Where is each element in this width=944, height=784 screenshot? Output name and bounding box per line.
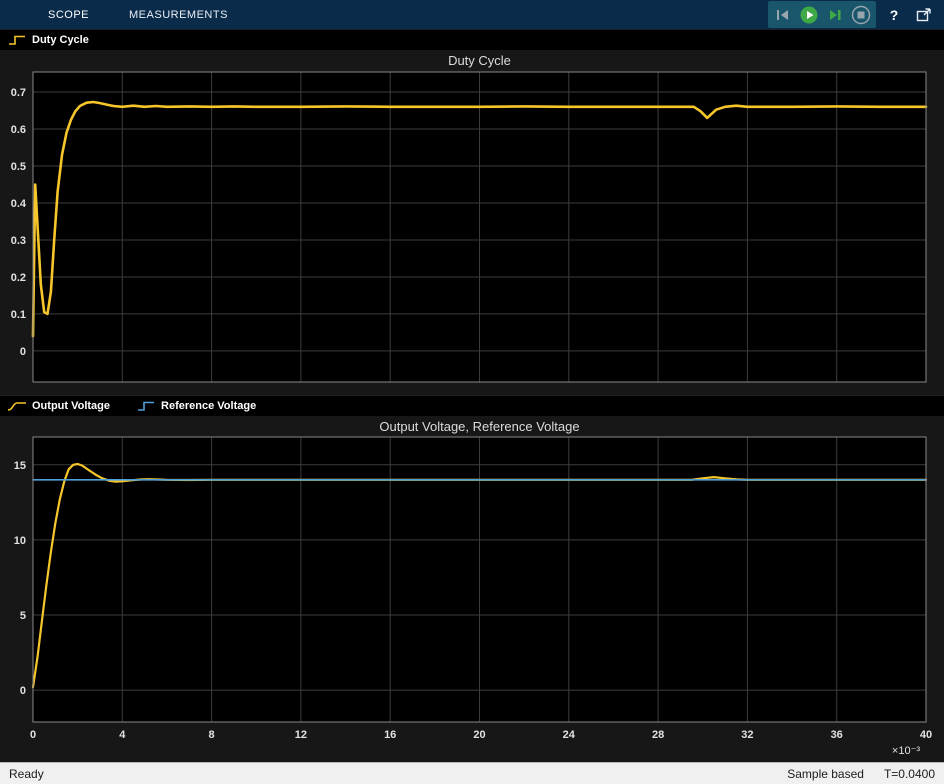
svg-text:×10⁻³: ×10⁻³ <box>892 745 920 757</box>
stop-icon <box>851 5 871 25</box>
svg-text:10: 10 <box>14 535 26 547</box>
legend-item-output-voltage[interactable]: Output Voltage <box>7 400 110 412</box>
help-button[interactable]: ? <box>882 3 906 27</box>
svg-text:16: 16 <box>384 729 396 741</box>
run-button[interactable] <box>797 3 821 27</box>
tab-measurements[interactable]: MEASUREMENTS <box>109 0 248 29</box>
svg-text:5: 5 <box>20 610 26 622</box>
legend-item-reference-voltage[interactable]: Reference Voltage <box>136 400 256 412</box>
svg-text:8: 8 <box>209 729 215 741</box>
status-bar: Ready Sample based T=0.0400 <box>0 762 944 784</box>
svg-text:0.6: 0.6 <box>11 124 26 136</box>
help-icon: ? <box>890 7 899 23</box>
step-forward-icon <box>825 5 845 25</box>
reference-voltage-signal-icon <box>136 400 156 412</box>
simulation-button-group <box>768 1 876 28</box>
run-icon <box>799 5 819 25</box>
svg-text:0.7: 0.7 <box>11 87 26 99</box>
legend-bottom: Output Voltage Reference Voltage <box>0 395 944 416</box>
svg-text:0: 0 <box>30 729 36 741</box>
svg-text:Duty Cycle: Duty Cycle <box>448 53 511 68</box>
tab-scope[interactable]: SCOPE <box>28 0 109 29</box>
output-voltage-signal-icon <box>7 400 27 412</box>
svg-text:12: 12 <box>295 729 307 741</box>
output-voltage-plot[interactable]: 0 5 10 15 0 4 8 12 16 20 24 28 32 36 40×10⁻³ Output Vol… <box>0 416 944 762</box>
duty-cycle-chart: 0 0.1 0.2 0.3 0.4 0.5 0.6 0.7 Duty Cycle <box>0 50 944 395</box>
legend-label: Output Voltage <box>32 400 110 412</box>
sample-mode-label: Sample based <box>787 767 864 781</box>
svg-text:15: 15 <box>14 460 26 472</box>
svg-text:36: 36 <box>831 729 843 741</box>
scope-window: SCOPE MEASUREMENTS <box>0 0 944 784</box>
dock-button[interactable] <box>912 3 936 27</box>
svg-text:0.3: 0.3 <box>11 235 26 247</box>
step-forward-button[interactable] <box>823 3 847 27</box>
toolbar: SCOPE MEASUREMENTS <box>0 0 944 29</box>
legend-top: Duty Cycle <box>0 29 944 50</box>
duty-cycle-plot[interactable]: 0 0.1 0.2 0.3 0.4 0.5 0.6 0.7 Duty Cycle <box>0 50 944 395</box>
toolbar-simulate-controls: ? <box>768 0 944 29</box>
svg-text:Output Voltage, Reference Volt: Output Voltage, Reference Voltage <box>379 419 579 434</box>
svg-text:0.5: 0.5 <box>11 161 26 173</box>
output-voltage-chart: 0 5 10 15 0 4 8 12 16 20 24 28 32 36 40×10⁻³ Output Vol… <box>0 416 944 762</box>
legend-label: Reference Voltage <box>161 400 256 412</box>
svg-text:20: 20 <box>473 729 485 741</box>
svg-text:40: 40 <box>920 729 932 741</box>
stop-button[interactable] <box>849 3 873 27</box>
duty-cycle-signal-icon <box>7 34 27 46</box>
dock-icon <box>914 5 934 25</box>
svg-text:0: 0 <box>20 685 26 697</box>
svg-text:24: 24 <box>563 729 576 741</box>
step-back-button[interactable] <box>771 3 795 27</box>
svg-text:0.1: 0.1 <box>11 309 26 321</box>
svg-text:0: 0 <box>20 346 26 358</box>
legend-label: Duty Cycle <box>32 34 89 46</box>
step-back-icon <box>773 5 793 25</box>
svg-text:0.2: 0.2 <box>11 272 26 284</box>
simulation-time-label: T=0.0400 <box>884 767 935 781</box>
status-text: Ready <box>9 767 44 781</box>
svg-text:4: 4 <box>119 729 126 741</box>
svg-text:32: 32 <box>741 729 753 741</box>
toolbar-tabs: SCOPE MEASUREMENTS <box>0 0 248 29</box>
svg-text:0.4: 0.4 <box>11 198 27 210</box>
svg-text:28: 28 <box>652 729 664 741</box>
legend-item-duty-cycle[interactable]: Duty Cycle <box>7 34 89 46</box>
